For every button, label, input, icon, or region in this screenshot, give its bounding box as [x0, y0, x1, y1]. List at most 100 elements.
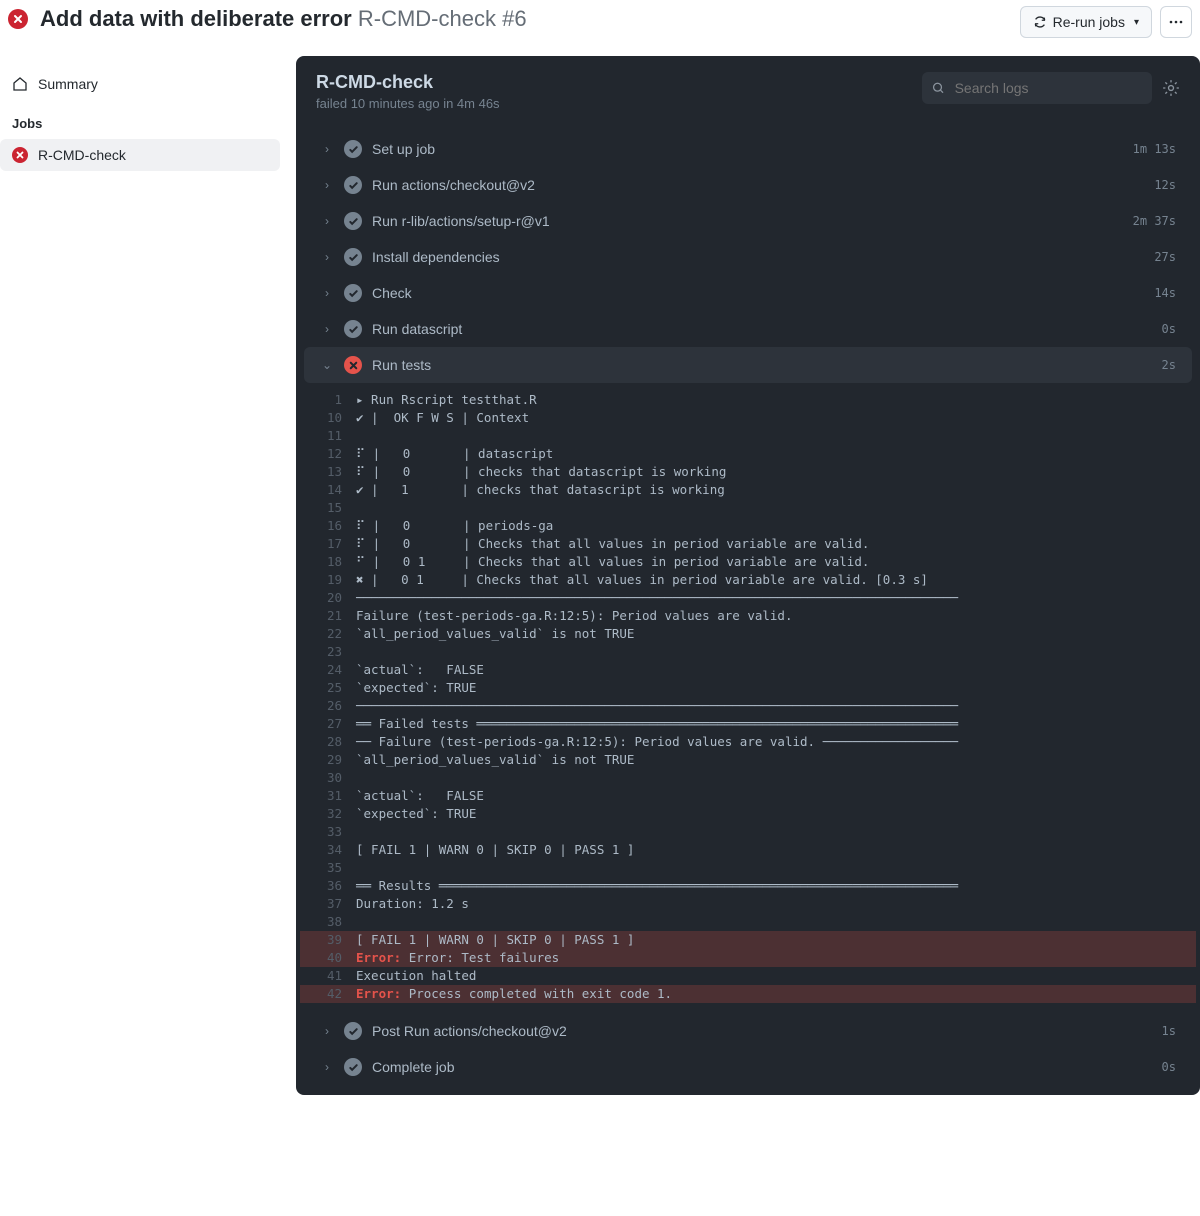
- log-line: 41Execution halted: [300, 967, 1196, 985]
- step-row[interactable]: ›Install dependencies27s: [304, 239, 1192, 275]
- page-title: Add data with deliberate error: [40, 6, 352, 31]
- log-line-number: 36: [316, 877, 356, 895]
- search-logs[interactable]: [922, 72, 1152, 104]
- log-line-number: 15: [316, 499, 356, 517]
- step-name: Run datascript: [372, 321, 1152, 337]
- step-row[interactable]: ›Run actions/checkout@v212s: [304, 167, 1192, 203]
- search-icon: [932, 81, 945, 95]
- refresh-icon: [1033, 15, 1047, 29]
- kebab-icon: [1168, 14, 1184, 30]
- log-line-text: `expected`: TRUE: [356, 679, 484, 697]
- log-line-number: 29: [316, 751, 356, 769]
- log-line-text: [ FAIL 1 | WARN 0 | SKIP 0 | PASS 1 ]: [356, 841, 634, 859]
- check-icon: [344, 176, 362, 194]
- log-line-text: Error: Error: Test failures: [356, 949, 559, 967]
- log-line: 18⠋ | 0 1 | Checks that all values in pe…: [300, 553, 1196, 571]
- log-line-text: ✔ | OK F W S | Context: [356, 409, 529, 427]
- job-subtitle: failed 10 minutes ago in 4m 46s: [316, 96, 500, 111]
- log-line: 39[ FAIL 1 | WARN 0 | SKIP 0 | PASS 1 ]: [300, 931, 1196, 949]
- log-line-text: ────────────────────────────────────────…: [356, 697, 958, 715]
- log-line: 1▸ Run Rscript testthat.R: [300, 391, 1196, 409]
- check-icon: [344, 320, 362, 338]
- step-row[interactable]: ›Post Run actions/checkout@v21s: [304, 1013, 1192, 1049]
- log-line: 31`actual`: FALSE: [300, 787, 1196, 805]
- log-line-number: 21: [316, 607, 356, 625]
- log-line: 21Failure (test-periods-ga.R:12:5): Peri…: [300, 607, 1196, 625]
- log-line-text: ✔ | 1 | checks that datascript is workin…: [356, 481, 725, 499]
- log-line-text: Execution halted: [356, 967, 476, 985]
- step-row[interactable]: ›Run r-lib/actions/setup-r@v12m 37s: [304, 203, 1192, 239]
- chevron-right-icon: ›: [320, 250, 334, 264]
- log-line-number: 42: [316, 985, 356, 1003]
- chevron-right-icon: ›: [320, 1060, 334, 1074]
- log-line: 13⠏ | 0 | checks that datascript is work…: [300, 463, 1196, 481]
- log-line: 24`actual`: FALSE: [300, 661, 1196, 679]
- log-line: 28── Failure (test-periods-ga.R:12:5): P…: [300, 733, 1196, 751]
- log-settings-button[interactable]: [1162, 79, 1180, 97]
- log-line: 15: [300, 499, 1196, 517]
- step-duration: 27s: [1154, 250, 1176, 264]
- step-duration: 2s: [1162, 358, 1176, 372]
- log-line-number: 10: [316, 409, 356, 427]
- chevron-right-icon: ›: [320, 142, 334, 156]
- log-line: 40Error: Error: Test failures: [300, 949, 1196, 967]
- chevron-right-icon: ›: [320, 214, 334, 228]
- step-row[interactable]: ⌄ Run tests 2s: [304, 347, 1192, 383]
- chevron-down-icon: ▾: [1134, 17, 1139, 28]
- log-line-number: 12: [316, 445, 356, 463]
- log-line-text: `actual`: FALSE: [356, 661, 484, 679]
- log-line: 32`expected`: TRUE: [300, 805, 1196, 823]
- log-line: 20──────────────────────────────────────…: [300, 589, 1196, 607]
- sidebar-summary[interactable]: Summary: [0, 68, 280, 100]
- page-subtitle: R-CMD-check #6: [358, 6, 527, 31]
- log-line-number: 16: [316, 517, 356, 535]
- search-input[interactable]: [953, 79, 1142, 97]
- step-row[interactable]: ›Set up job1m 13s: [304, 131, 1192, 167]
- log-line-text: ⠏ | 0 | Checks that all values in period…: [356, 535, 869, 553]
- kebab-menu-button[interactable]: [1160, 6, 1192, 38]
- log-line-number: 31: [316, 787, 356, 805]
- log-line-number: 19: [316, 571, 356, 589]
- log-line: 37Duration: 1.2 s: [300, 895, 1196, 913]
- log-line: 34[ FAIL 1 | WARN 0 | SKIP 0 | PASS 1 ]: [300, 841, 1196, 859]
- log-line-text: ⠏ | 0 | checks that datascript is workin…: [356, 463, 726, 481]
- log-line-text: [ FAIL 1 | WARN 0 | SKIP 0 | PASS 1 ]: [356, 931, 634, 949]
- log-line-text: `actual`: FALSE: [356, 787, 484, 805]
- log-line-number: 26: [316, 697, 356, 715]
- step-name: Check: [372, 285, 1144, 301]
- log-line: 12⠏ | 0 | datascript: [300, 445, 1196, 463]
- sidebar-job-status-icon: [12, 147, 28, 163]
- sidebar-job[interactable]: R-CMD-check: [0, 139, 280, 171]
- step-name: Set up job: [372, 141, 1123, 157]
- log-line: 17⠏ | 0 | Checks that all values in peri…: [300, 535, 1196, 553]
- log-line-number: 23: [316, 643, 356, 661]
- log-line-number: 39: [316, 931, 356, 949]
- step-row[interactable]: ›Run datascript0s: [304, 311, 1192, 347]
- log-line: 10✔ | OK F W S | Context: [300, 409, 1196, 427]
- log-line-number: 17: [316, 535, 356, 553]
- check-icon: [344, 212, 362, 230]
- step-name: Run actions/checkout@v2: [372, 177, 1144, 193]
- step-row[interactable]: ›Complete job0s: [304, 1049, 1192, 1085]
- log-line-text: ⠏ | 0 | datascript: [356, 445, 553, 463]
- log-line-number: 40: [316, 949, 356, 967]
- log-line-text: ══ Results ═════════════════════════════…: [356, 877, 958, 895]
- step-name: Run tests: [372, 357, 1152, 373]
- step-row[interactable]: ›Check14s: [304, 275, 1192, 311]
- log-line-number: 28: [316, 733, 356, 751]
- log-line: 26──────────────────────────────────────…: [300, 697, 1196, 715]
- log-line-text: `all_period_values_valid` is not TRUE: [356, 751, 634, 769]
- log-line-text: Error: Process completed with exit code …: [356, 985, 672, 1003]
- log-line-text: Duration: 1.2 s: [356, 895, 469, 913]
- step-name: Post Run actions/checkout@v2: [372, 1023, 1152, 1039]
- log-line: 16⠏ | 0 | periods-ga: [300, 517, 1196, 535]
- rerun-jobs-button[interactable]: Re-run jobs ▾: [1020, 6, 1152, 38]
- check-icon: [344, 140, 362, 158]
- log-line: 35: [300, 859, 1196, 877]
- log-line: 30: [300, 769, 1196, 787]
- log-line-text: ▸ Run Rscript testthat.R: [356, 391, 537, 409]
- chevron-right-icon: ›: [320, 1024, 334, 1038]
- log-line: 11: [300, 427, 1196, 445]
- chevron-down-icon: ⌄: [320, 358, 334, 372]
- log-line-text: ✖ | 0 1 | Checks that all values in peri…: [356, 571, 928, 589]
